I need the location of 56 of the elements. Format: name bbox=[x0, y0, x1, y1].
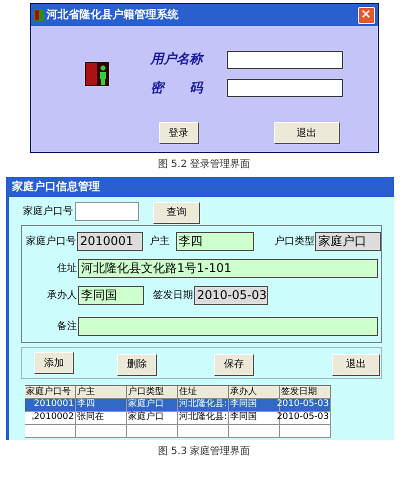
button[interactable]: 保存 bbox=[214, 354, 254, 376]
text-field[interactable]: 2010001 bbox=[77, 232, 143, 251]
table-cell-text: 李同国 bbox=[230, 398, 257, 412]
field-label: 签发日期 bbox=[152, 288, 193, 303]
figure-caption: 图 5.3 家庭管理界面 bbox=[158, 444, 250, 459]
field-label: 户主 bbox=[148, 234, 170, 249]
field-label: 承办人 bbox=[46, 288, 77, 303]
button[interactable]: 查询 bbox=[153, 202, 200, 224]
button[interactable]: 登录 bbox=[158, 122, 198, 144]
text-field[interactable]: 2010-05-03 bbox=[194, 286, 268, 305]
table-cell-text: 李同国 bbox=[230, 411, 257, 424]
table-row[interactable]: 2010002 张同在 家庭户口 河北隆化县: 李同国 2010-05-03 bbox=[25, 412, 331, 425]
button[interactable]: 退出 bbox=[274, 122, 340, 144]
column-header[interactable]: 户主 bbox=[76, 386, 127, 399]
empty-table-row[interactable] bbox=[25, 425, 331, 438]
column-header[interactable]: 户口类型 bbox=[127, 386, 178, 399]
input-field[interactable] bbox=[226, 50, 342, 69]
column-header[interactable]: 承办人 bbox=[229, 386, 280, 399]
button[interactable]: 删除 bbox=[117, 354, 157, 376]
field-label: 家庭户口号 bbox=[23, 204, 73, 218]
table-cell-text: 张同在 bbox=[77, 411, 104, 424]
row-indicator-icon bbox=[32, 416, 34, 420]
field-label: 住址 bbox=[56, 262, 77, 276]
table-cell-text: 李四 bbox=[77, 398, 95, 412]
app-icon bbox=[34, 9, 44, 21]
text-field[interactable]: 李四 bbox=[176, 232, 254, 251]
field-label: 家庭户口号 bbox=[26, 234, 76, 249]
table-cell-text: 2010002 bbox=[34, 411, 74, 424]
table-cell-text: 2010-05-03 bbox=[276, 411, 329, 424]
field-label: 密 码 bbox=[150, 80, 204, 98]
table-cell-text: 2010-05-03 bbox=[276, 398, 329, 412]
close-button[interactable]: × bbox=[358, 6, 374, 24]
table-cell-text: 家庭户口 bbox=[128, 398, 164, 412]
input-field[interactable] bbox=[75, 202, 139, 220]
table-cell-text: 家庭户口 bbox=[128, 411, 164, 424]
column-header[interactable]: 住址 bbox=[178, 386, 229, 399]
person-icon bbox=[84, 62, 108, 86]
field-label: 备注 bbox=[56, 320, 77, 334]
button[interactable]: 添加 bbox=[34, 352, 74, 374]
column-header[interactable]: 签发日期 bbox=[280, 386, 331, 399]
table-cell-text: 河北隆化县: bbox=[179, 398, 228, 412]
button[interactable]: 退出 bbox=[332, 354, 380, 376]
figure-caption: 图 5.2 登录管理界面 bbox=[158, 158, 250, 172]
window-title: 河北省隆化县户籍管理系统 bbox=[46, 6, 180, 23]
column-header[interactable]: 家庭户口号 bbox=[25, 386, 76, 399]
window-title: 家庭户口信息管理 bbox=[12, 178, 100, 195]
table-cell-text: 2010001 bbox=[34, 398, 74, 412]
input-field[interactable] bbox=[226, 79, 342, 98]
text-field[interactable]: 家庭户口 bbox=[315, 232, 381, 251]
text-field[interactable]: 李同国 bbox=[78, 286, 144, 305]
field-label: 户口类型 bbox=[273, 234, 314, 249]
table-cell-text: 河北隆化县: bbox=[179, 411, 228, 424]
text-field[interactable] bbox=[78, 317, 378, 336]
field-label: 用户名称 bbox=[150, 50, 205, 69]
table-row[interactable]: 2010001 李四 家庭户口 河北隆化县: 李同国 2010-05-03 bbox=[25, 399, 331, 412]
text-field[interactable]: 河北隆化县文化路1号1-101 bbox=[78, 259, 378, 278]
